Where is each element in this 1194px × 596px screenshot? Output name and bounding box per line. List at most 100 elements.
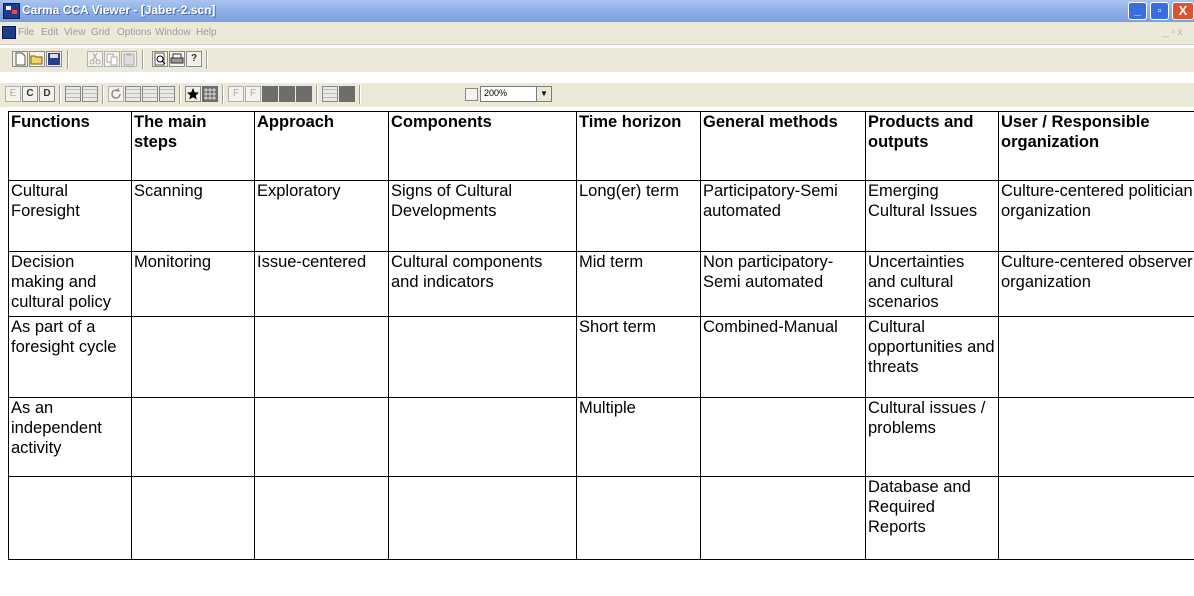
table-cell[interactable]: As part of a foresight cycle <box>8 316 132 398</box>
toolbar-separator <box>316 85 318 104</box>
table-cell[interactable]: Monitoring <box>131 251 255 317</box>
menu-edit[interactable]: Edit <box>41 27 58 38</box>
table-cell[interactable]: Combined-Manual <box>700 316 866 398</box>
print-icon[interactable] <box>169 51 185 67</box>
title-bar[interactable]: Carma CCA Viewer - [Jaber-2.scn] _ ▫ X <box>0 0 1194 22</box>
table-cell[interactable]: Culture-centered politician organization <box>998 180 1194 252</box>
column-header[interactable]: General methods <box>700 111 866 181</box>
matrix-icon[interactable] <box>142 86 158 102</box>
grid-view[interactable]: Functions The main steps Approach Compon… <box>8 111 1194 596</box>
grid-block-icon[interactable] <box>322 86 338 102</box>
new-icon[interactable] <box>12 51 28 67</box>
print-preview-icon[interactable] <box>152 51 168 67</box>
document-icon[interactable] <box>2 26 16 39</box>
table-cell[interactable] <box>700 476 866 560</box>
table-cell[interactable]: Cultural opportunities and threats <box>865 316 999 398</box>
view-toolbar: E C D F F 200% ▼ <box>0 83 1194 107</box>
table-row: As part of a foresight cycle Short term … <box>8 316 1194 398</box>
table-cell[interactable]: Multiple <box>576 397 701 477</box>
menu-window[interactable]: Window <box>155 27 191 38</box>
fill-block-icon[interactable] <box>339 86 355 102</box>
zoom-select[interactable]: 200% ▼ <box>480 86 552 102</box>
table-cell[interactable] <box>254 476 389 560</box>
table-cell[interactable]: Non participatory-Semi automated <box>700 251 866 317</box>
menu-options[interactable]: Options <box>117 27 151 38</box>
save-icon[interactable] <box>46 51 62 67</box>
table-cell[interactable] <box>8 476 132 560</box>
paste-icon[interactable] <box>121 51 137 67</box>
column-header[interactable]: Components <box>388 111 577 181</box>
table-cell[interactable]: Culture-centered observer organization <box>998 251 1194 317</box>
column-header[interactable]: Products and outputs <box>865 111 999 181</box>
table-cell[interactable]: Participatory-Semi automated <box>700 180 866 252</box>
cut-icon[interactable] <box>87 51 103 67</box>
grid-columns-icon[interactable] <box>82 86 98 102</box>
table-cell[interactable]: Issue-centered <box>254 251 389 317</box>
table-cell[interactable]: Emerging Cultural Issues <box>865 180 999 252</box>
table-cell[interactable] <box>131 476 255 560</box>
table-cell[interactable]: Uncertainties and cultural scenarios <box>865 251 999 317</box>
table-cell[interactable]: Database and Required Reports <box>865 476 999 560</box>
table-cell[interactable] <box>998 476 1194 560</box>
copy-icon[interactable] <box>104 51 120 67</box>
chevron-down-icon[interactable]: ▼ <box>536 87 551 101</box>
table-cell[interactable] <box>388 476 577 560</box>
table-cell[interactable] <box>998 316 1194 398</box>
menu-help[interactable]: Help <box>196 27 217 38</box>
fill-block-icon[interactable] <box>296 86 312 102</box>
table-cell[interactable]: Exploratory <box>254 180 389 252</box>
table-cell[interactable]: Cultural issues / problems <box>865 397 999 477</box>
menu-grid[interactable]: Grid <box>91 27 110 38</box>
column-header[interactable]: Time horizon <box>576 111 701 181</box>
mdi-window-controls[interactable]: _ ▫ x <box>1163 27 1183 38</box>
fill-block-icon[interactable] <box>262 86 278 102</box>
refresh-icon[interactable] <box>108 86 124 102</box>
cells-icon[interactable] <box>159 86 175 102</box>
table-cell[interactable] <box>576 476 701 560</box>
table-cell[interactable] <box>388 397 577 477</box>
table-cell[interactable] <box>700 397 866 477</box>
table-icon[interactable] <box>125 86 141 102</box>
open-icon[interactable] <box>29 51 45 67</box>
zoom-checkbox[interactable] <box>465 88 478 101</box>
grid-layout-icon[interactable] <box>65 86 81 102</box>
table-cell[interactable]: Signs of Cultural Developments <box>388 180 577 252</box>
column-header[interactable]: User / Responsible organization <box>998 111 1194 181</box>
table-cell[interactable] <box>131 397 255 477</box>
table-cell[interactable]: Long(er) term <box>576 180 701 252</box>
menu-bar: File Edit View Grid Options Window Help … <box>0 22 1194 45</box>
view-d-button[interactable]: D <box>39 86 55 102</box>
table-cell[interactable] <box>254 316 389 398</box>
view-c-button[interactable]: C <box>22 86 38 102</box>
table-cell[interactable]: Cultural Foresight <box>8 180 132 252</box>
table-cell[interactable] <box>254 397 389 477</box>
star-icon[interactable] <box>185 86 201 102</box>
table-cell[interactable] <box>131 316 255 398</box>
toolbar-separator <box>222 85 224 104</box>
table-cell[interactable]: Scanning <box>131 180 255 252</box>
help-icon[interactable]: ? <box>186 51 202 67</box>
maximize-button[interactable]: ▫ <box>1150 2 1169 20</box>
font-icon[interactable]: F <box>245 86 261 102</box>
close-button[interactable]: X <box>1172 2 1194 20</box>
dense-grid-icon[interactable] <box>202 86 218 102</box>
data-grid: Functions The main steps Approach Compon… <box>8 111 1194 560</box>
table-cell[interactable]: As an independent activity <box>8 397 132 477</box>
view-e-button[interactable]: E <box>5 86 21 102</box>
menu-view[interactable]: View <box>64 27 86 38</box>
table-cell[interactable]: Decision making and cultural policy <box>8 251 132 317</box>
menu-file[interactable]: File <box>18 27 34 38</box>
app-icon[interactable] <box>3 3 20 19</box>
table-cell[interactable]: Cultural components and indicators <box>388 251 577 317</box>
table-cell[interactable]: Mid term <box>576 251 701 317</box>
table-cell[interactable] <box>998 397 1194 477</box>
standard-toolbar: ? <box>0 48 1194 72</box>
column-header[interactable]: Approach <box>254 111 389 181</box>
column-header[interactable]: Functions <box>8 111 132 181</box>
table-cell[interactable] <box>388 316 577 398</box>
minimize-button[interactable]: _ <box>1128 2 1147 20</box>
column-header[interactable]: The main steps <box>131 111 255 181</box>
font-icon[interactable]: F <box>228 86 244 102</box>
table-cell[interactable]: Short term <box>576 316 701 398</box>
fill-block-icon[interactable] <box>279 86 295 102</box>
